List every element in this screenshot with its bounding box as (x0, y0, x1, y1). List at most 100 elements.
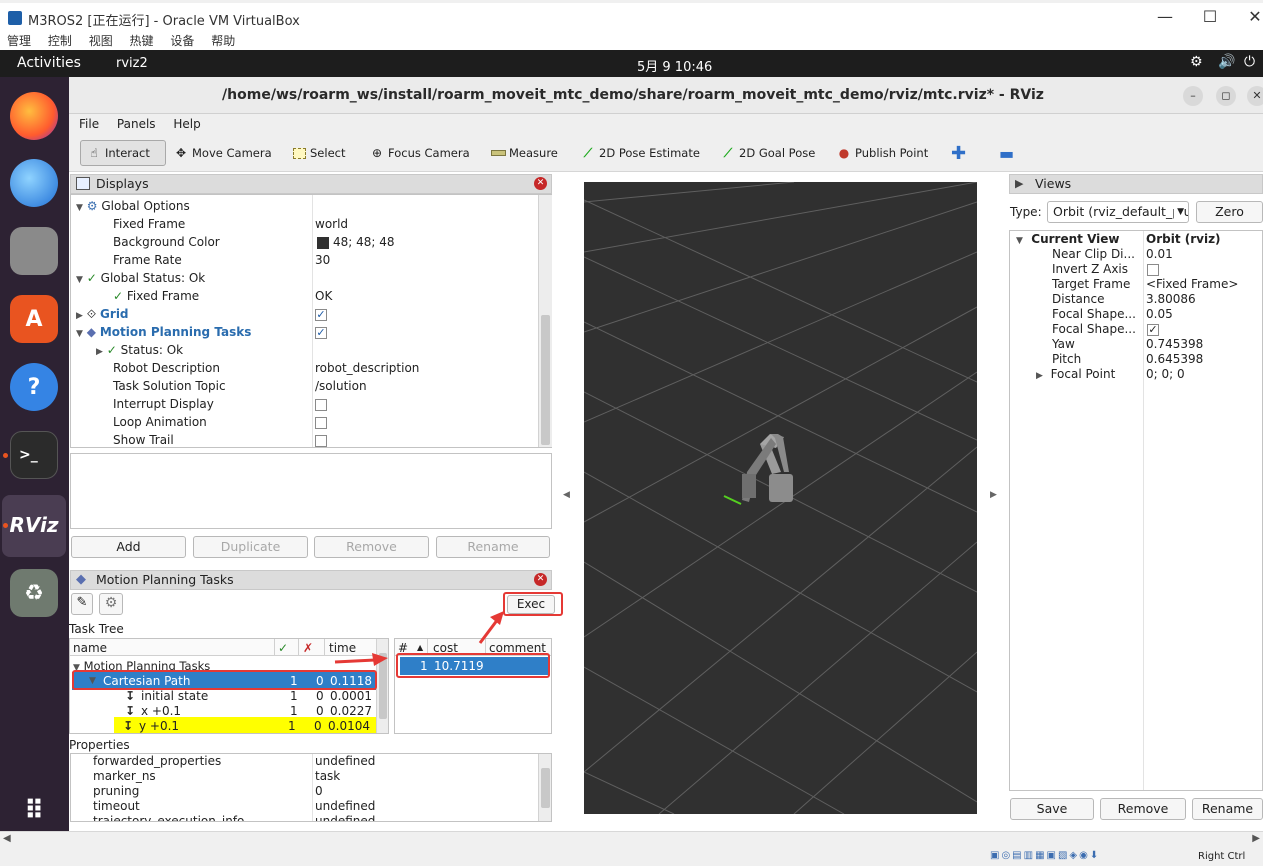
show-apps-icon[interactable]: ⠿ (10, 787, 58, 835)
app-menu[interactable]: rviz2 (116, 56, 148, 71)
prop-timeout-value[interactable]: undefined (315, 799, 375, 814)
prop-trajectory-execution-info-value[interactable]: undefined (315, 814, 375, 821)
displays-scrollbar[interactable] (538, 195, 552, 447)
views-rename-button[interactable]: Rename (1192, 798, 1263, 820)
menu-help[interactable]: Help (173, 114, 200, 134)
close-panel-icon[interactable]: ✕ (534, 573, 547, 586)
prop-timeout[interactable]: timeout (93, 799, 140, 814)
maximize-button[interactable]: ☐ (1195, 7, 1225, 26)
view-invert-z[interactable]: Invert Z Axis (1052, 262, 1128, 277)
render-viewport[interactable] (584, 182, 977, 814)
settings-gear-icon[interactable]: ⚙ (99, 593, 123, 615)
view-pitch-value[interactable]: 0.645398 (1146, 352, 1203, 367)
clock[interactable]: 5月 9 10:46 (637, 56, 712, 75)
remove-display-button[interactable]: Remove (314, 536, 429, 558)
tree-row-y-plus[interactable]: ↧ y +0.1 1 0 0.0104 (114, 717, 376, 733)
properties-scrollbar[interactable] (538, 754, 551, 821)
trash-icon[interactable]: ♻ (10, 569, 58, 617)
prop-pruning-value[interactable]: 0 (315, 784, 323, 799)
display-background-color[interactable]: Background Color (113, 233, 220, 251)
current-view-row[interactable]: ▼ Current View (1016, 232, 1119, 247)
display-show-trail-checkbox[interactable] (315, 431, 327, 449)
tool-2d-goal-pose[interactable]: ⟋ 2D Goal Pose (720, 140, 816, 166)
prop-trajectory-execution-info[interactable]: trajectory_execution_info (93, 814, 244, 821)
tool-2d-pose-estimate[interactable]: ⟋ 2D Pose Estimate (580, 140, 700, 166)
remove-tool-minus-icon[interactable]: ▬ (999, 140, 1014, 166)
minimize-button[interactable]: — (1150, 7, 1180, 26)
display-motion-planning-tasks[interactable]: ▼ ◆ Motion Planning Tasks (76, 323, 251, 341)
view-invert-z-checkbox[interactable] (1147, 262, 1159, 277)
rviz-minimize-button[interactable]: – (1183, 86, 1203, 106)
vbox-menu-help[interactable]: 帮助 (211, 32, 235, 50)
activities-button[interactable]: Activities (17, 55, 81, 71)
view-near-clip[interactable]: Near Clip Di... (1052, 247, 1135, 262)
prop-forwarded-properties-value[interactable]: undefined (315, 754, 375, 769)
display-fixed-frame[interactable]: Fixed Frame (113, 215, 185, 233)
view-focal-point[interactable]: ▶ Focal Point (1036, 367, 1115, 382)
horizontal-scrollbar[interactable]: ◀ ▶ (0, 831, 1263, 848)
vbox-menu-view[interactable]: 视图 (89, 32, 113, 50)
add-display-button[interactable]: Add (71, 536, 186, 558)
display-task-solution-topic-value[interactable]: /solution (315, 377, 367, 395)
help-icon[interactable]: ? (10, 363, 58, 411)
views-remove-button[interactable]: Remove (1100, 798, 1186, 820)
display-robot-description-value[interactable]: robot_description (315, 359, 419, 377)
tool-measure[interactable]: Measure (490, 140, 558, 166)
rviz-maximize-button[interactable]: ◻ (1216, 86, 1236, 106)
display-interrupt-display-checkbox[interactable] (315, 395, 327, 413)
tool-interact[interactable]: ☝ Interact (80, 140, 166, 166)
tool-move-camera[interactable]: ✥ Move Camera (173, 140, 272, 166)
view-focal-point-value[interactable]: 0; 0; 0 (1146, 367, 1185, 382)
firefox-icon[interactable] (10, 92, 58, 140)
vbox-menu-manage[interactable]: 管理 (7, 32, 31, 50)
view-yaw-value[interactable]: 0.745398 (1146, 337, 1203, 352)
display-fixed-frame-status[interactable]: ✓ Fixed Frame (113, 287, 199, 305)
duplicate-display-button[interactable]: Duplicate (193, 536, 308, 558)
files-icon[interactable] (10, 227, 58, 275)
view-pitch[interactable]: Pitch (1052, 352, 1081, 367)
prop-marker-ns-value[interactable]: task (315, 769, 340, 784)
menu-panels[interactable]: Panels (117, 114, 156, 134)
views-save-button[interactable]: Save (1010, 798, 1094, 820)
power-icon[interactable]: ⏻ (1244, 54, 1255, 70)
display-background-color-value[interactable]: 48; 48; 48 (317, 233, 395, 251)
tool-publish-point[interactable]: ● Publish Point (836, 140, 928, 166)
view-distance-value[interactable]: 3.80086 (1146, 292, 1196, 307)
app-center-icon[interactable]: A (10, 295, 58, 343)
edit-icon[interactable]: ✎ (71, 593, 93, 615)
display-frame-rate[interactable]: Frame Rate (113, 251, 182, 269)
prop-forwarded-properties[interactable]: forwarded_properties (93, 754, 221, 769)
display-motion-planning-tasks-checkbox[interactable]: ✓ (315, 323, 327, 341)
display-robot-description[interactable]: Robot Description (113, 359, 220, 377)
thunderbird-icon[interactable] (10, 159, 58, 207)
tool-focus-camera[interactable]: ⊕ Focus Camera (369, 140, 470, 166)
vbox-menu-hotkeys[interactable]: 热键 (130, 32, 154, 50)
view-focal-shape-fixed-checkbox[interactable]: ✓ (1147, 322, 1159, 337)
prop-marker-ns[interactable]: marker_ns (93, 769, 156, 784)
terminal-icon[interactable]: >_ (10, 431, 58, 479)
display-show-trail[interactable]: Show Trail (113, 431, 174, 449)
volume-icon[interactable]: 🔊 (1218, 54, 1235, 70)
collapse-left-panel-icon[interactable]: ◀ (563, 490, 570, 500)
col-success[interactable]: ✓ (278, 639, 288, 657)
display-task-solution-topic[interactable]: Task Solution Topic (113, 377, 226, 395)
display-interrupt-display[interactable]: Interrupt Display (113, 395, 214, 413)
display-loop-animation[interactable]: Loop Animation (113, 413, 207, 431)
prop-pruning[interactable]: pruning (93, 784, 139, 799)
display-grid[interactable]: ▶ ⟐ Grid (76, 305, 129, 323)
display-global-options[interactable]: ▼ ⚙ Global Options (76, 197, 190, 215)
display-fixed-frame-value[interactable]: world (315, 215, 348, 233)
display-loop-animation-checkbox[interactable] (315, 413, 327, 431)
view-focal-shape-size-value[interactable]: 0.05 (1146, 307, 1173, 322)
collapse-right-panel-icon[interactable]: ▶ (990, 490, 997, 500)
vbox-menu-control[interactable]: 控制 (48, 32, 72, 50)
view-focal-shape-size[interactable]: Focal Shape... (1052, 307, 1136, 322)
vbox-status-icons[interactable]: ▣◎▤▥▦▣▧◈◉⬇ (990, 850, 1100, 861)
rviz-close-button[interactable]: ✕ (1247, 86, 1263, 106)
view-distance[interactable]: Distance (1052, 292, 1104, 307)
scroll-left-icon[interactable]: ◀ (3, 833, 11, 844)
view-yaw[interactable]: Yaw (1052, 337, 1075, 352)
view-target-frame[interactable]: Target Frame (1052, 277, 1130, 292)
view-near-clip-value[interactable]: 0.01 (1146, 247, 1173, 262)
vbox-menu-devices[interactable]: 设备 (170, 32, 194, 50)
